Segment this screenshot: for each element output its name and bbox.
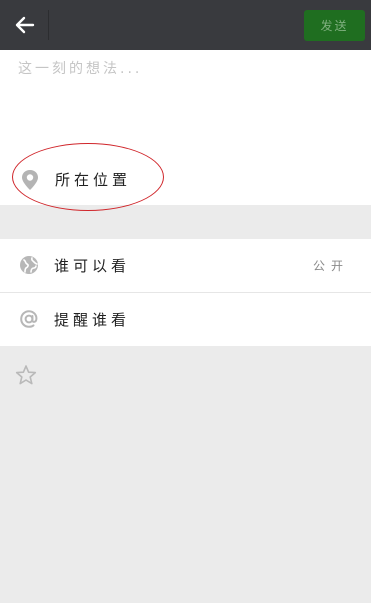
location-row[interactable]: 所在位置 — [0, 160, 371, 200]
arrow-left-icon — [15, 16, 35, 34]
send-button[interactable]: 发送 — [304, 10, 365, 41]
at-icon — [20, 310, 38, 328]
back-button[interactable] — [8, 8, 42, 42]
post-settings-list: 谁可以看 公开 提醒谁看 — [0, 239, 371, 346]
who-can-see-row[interactable]: 谁可以看 公开 — [0, 239, 371, 293]
visibility-value: 公开 — [312, 259, 349, 273]
who-can-see-label: 谁可以看 — [54, 257, 131, 275]
remind-who-row[interactable]: 提醒谁看 — [0, 293, 371, 346]
star-icon[interactable] — [15, 364, 37, 386]
location-pin-icon — [22, 170, 38, 190]
globe-icon — [20, 256, 38, 274]
top-app-bar: 发送 — [0, 0, 371, 50]
remind-who-label: 提醒谁看 — [54, 311, 131, 329]
post-text-input[interactable]: 这一刻的想法... — [18, 58, 348, 80]
compose-area: 这一刻的想法... 所在位置 — [0, 50, 371, 205]
location-label: 所在位置 — [55, 171, 132, 189]
header-divider — [48, 10, 49, 40]
